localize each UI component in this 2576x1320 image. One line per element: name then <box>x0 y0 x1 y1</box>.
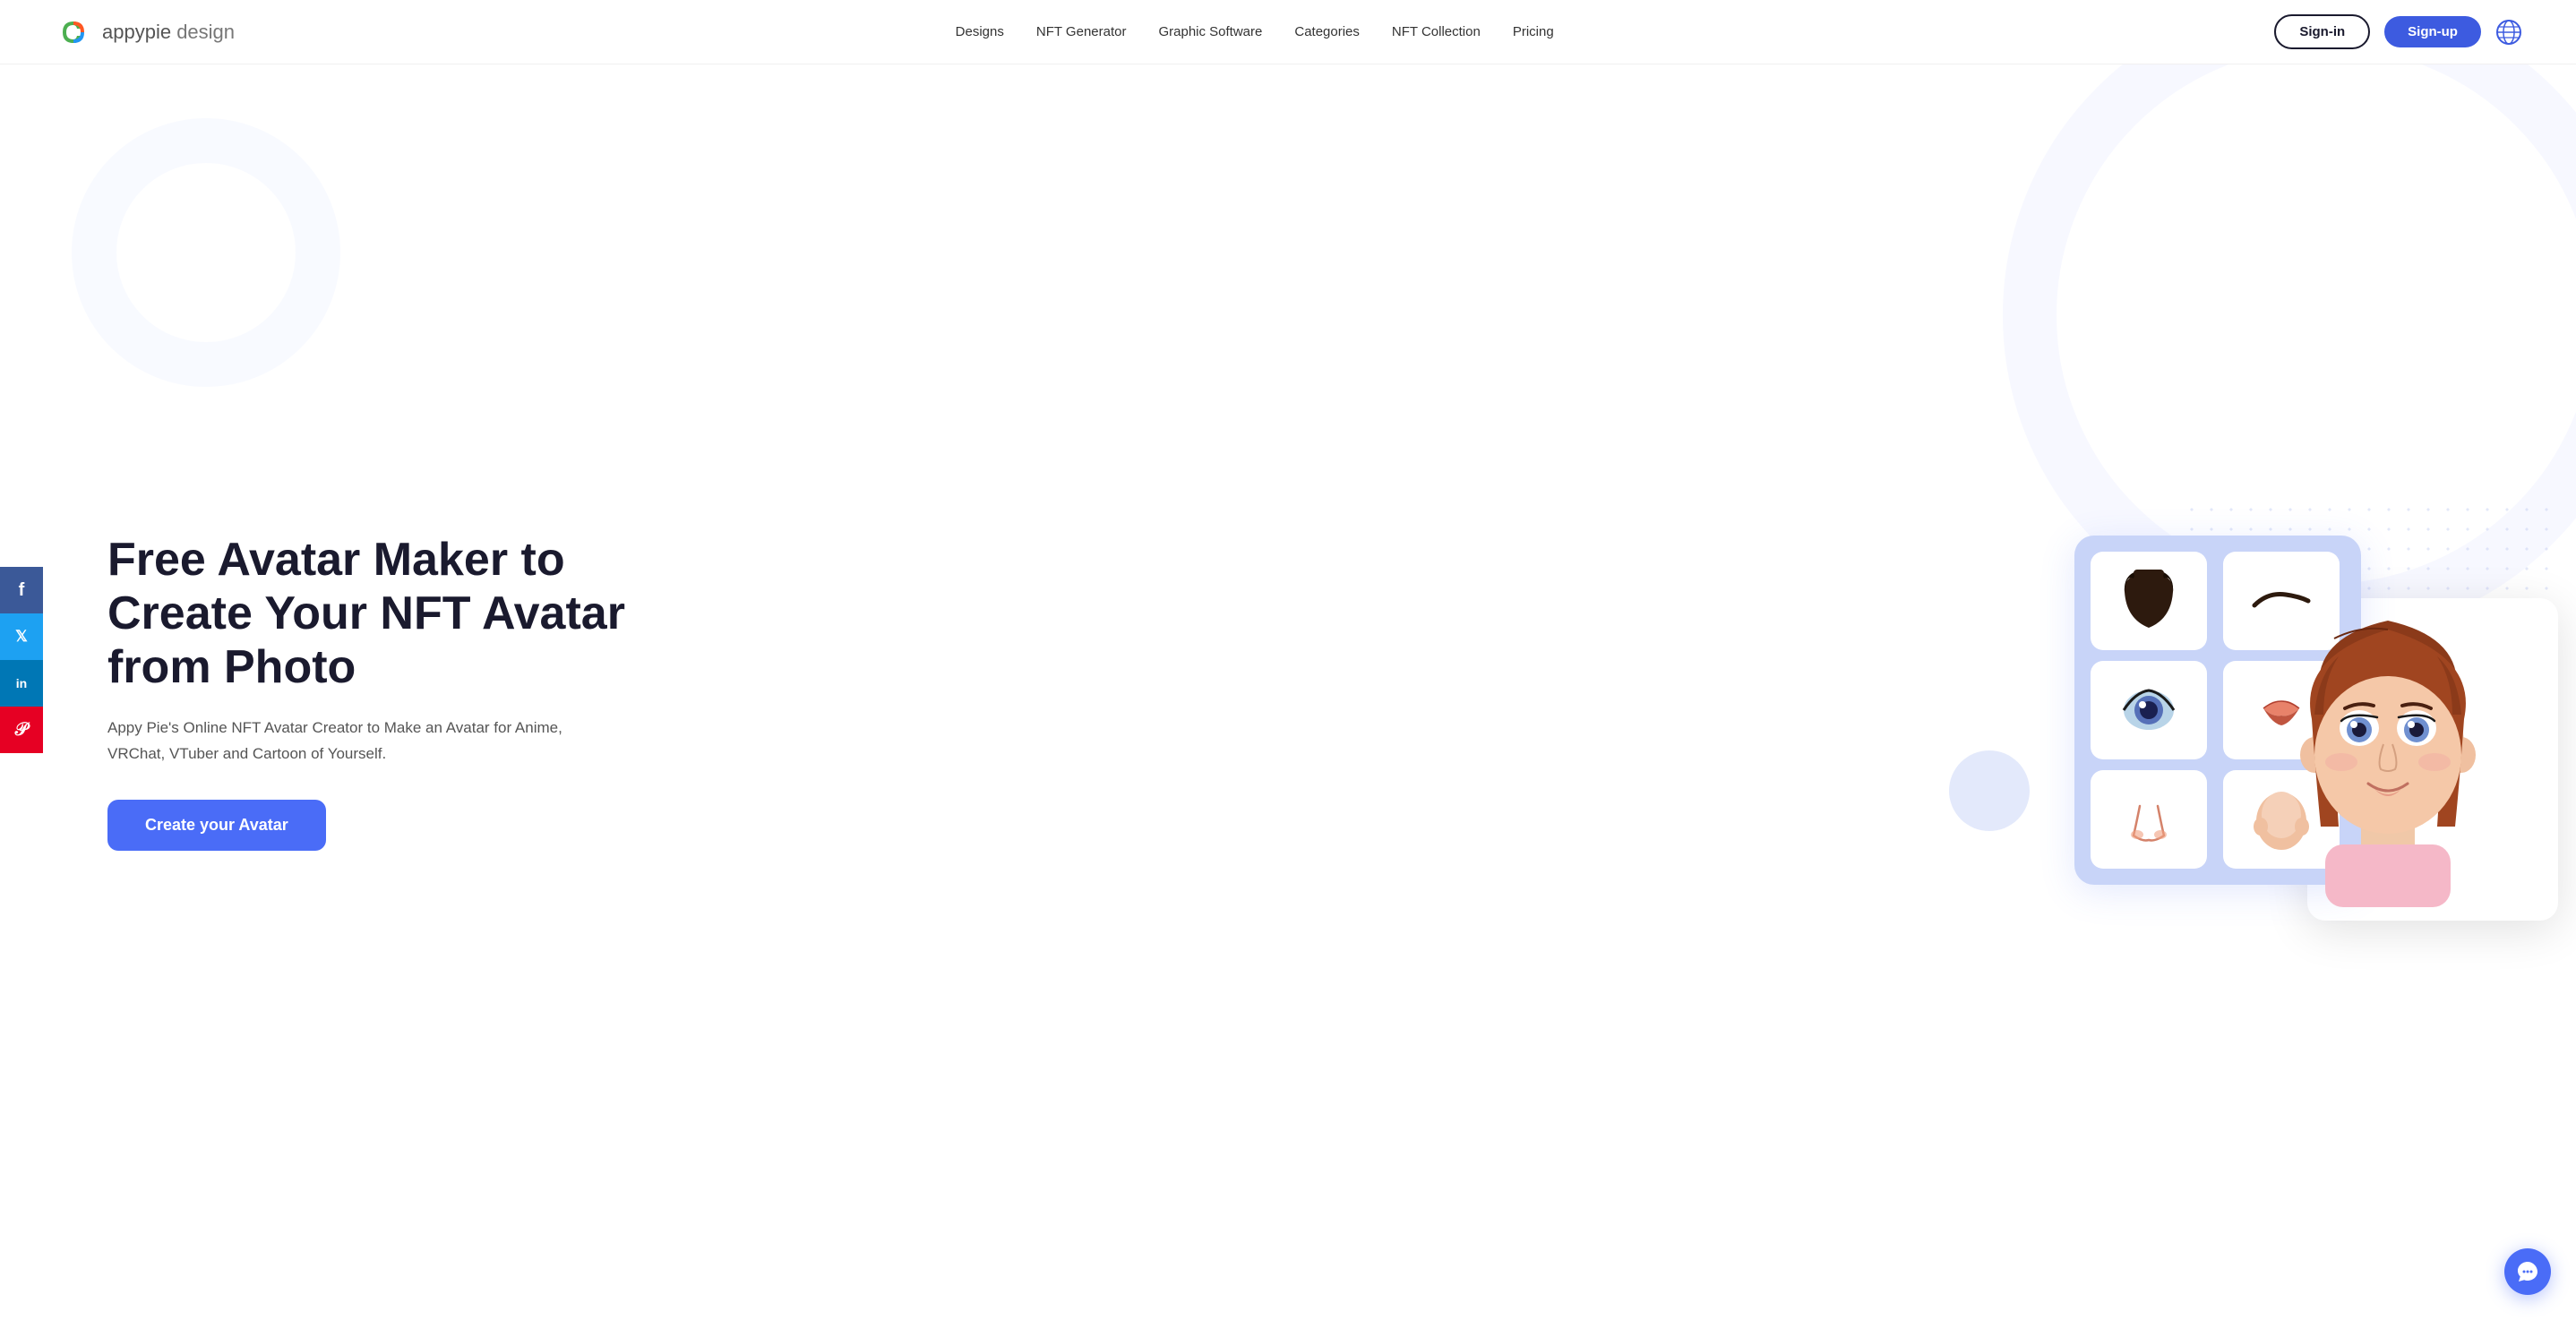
chat-icon <box>2516 1260 2539 1283</box>
decorative-circle <box>1949 750 2030 831</box>
nav-nft-collection[interactable]: NFT Collection <box>1392 24 1481 39</box>
facebook-social-button[interactable]: f <box>0 567 43 613</box>
twitter-social-button[interactable]: 𝕏 <box>0 613 43 660</box>
facebook-icon: f <box>19 580 25 601</box>
hero-section: Free Avatar Maker to Create Your NFT Ava… <box>0 64 2576 1320</box>
arc-decoration <box>72 118 340 387</box>
navbar: appypie design Designs NFT Generator Gra… <box>0 0 2576 64</box>
hair-tile <box>2091 552 2207 650</box>
eye-tile <box>2091 661 2207 759</box>
twitter-icon: 𝕏 <box>15 628 28 646</box>
nav-graphic-software[interactable]: Graphic Software <box>1158 24 1262 39</box>
signup-button[interactable]: Sign-up <box>2384 16 2481 47</box>
chat-support-button[interactable] <box>2504 1248 2551 1295</box>
hero-title: Free Avatar Maker to Create Your NFT Ava… <box>107 534 663 694</box>
linkedin-social-button[interactable]: in <box>0 660 43 707</box>
avatar-character <box>2245 549 2531 912</box>
pinterest-social-button[interactable]: 𝒫 <box>0 707 43 753</box>
signin-button[interactable]: Sign-in <box>2274 14 2370 49</box>
language-globe-icon[interactable] <box>2495 19 2522 46</box>
nose-tile <box>2091 770 2207 869</box>
logo-text: appypie design <box>102 21 235 44</box>
hero-subtitle: Appy Pie's Online NFT Avatar Creator to … <box>107 716 573 767</box>
nav-nft-generator[interactable]: NFT Generator <box>1036 24 1127 39</box>
create-avatar-button[interactable]: Create your Avatar <box>107 800 326 851</box>
nav-categories[interactable]: Categories <box>1294 24 1360 39</box>
social-sidebar: f 𝕏 in 𝒫 <box>0 567 43 753</box>
linkedin-icon: in <box>16 676 27 690</box>
hero-content: Free Avatar Maker to Create Your NFT Ava… <box>107 534 663 851</box>
logo[interactable]: appypie design <box>54 13 235 52</box>
pinterest-icon: 𝒫 <box>15 720 28 741</box>
nav-links: Designs NFT Generator Graphic Software C… <box>956 24 1554 39</box>
nav-pricing[interactable]: Pricing <box>1513 24 1554 39</box>
hero-visual <box>1895 500 2504 885</box>
nav-actions: Sign-in Sign-up <box>2274 14 2522 49</box>
nav-designs[interactable]: Designs <box>956 24 1004 39</box>
